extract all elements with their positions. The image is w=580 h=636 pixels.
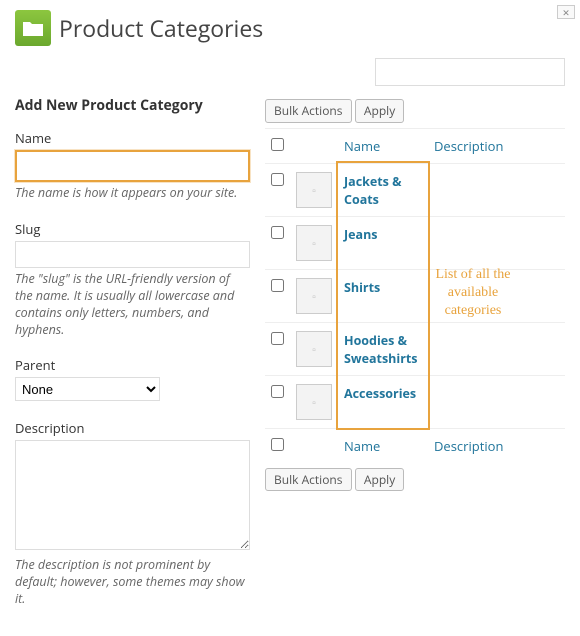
category-thumb[interactable]: ▫	[296, 225, 332, 261]
row-checkbox[interactable]	[271, 332, 284, 345]
category-thumb[interactable]: ▫	[296, 172, 332, 208]
table-row: ▫ Jackets & Coats	[265, 163, 565, 216]
apply-button[interactable]: Apply	[355, 99, 404, 123]
name-label: Name	[15, 129, 250, 147]
th-description[interactable]: Description	[428, 128, 565, 163]
bulk-actions-dropdown-bottom[interactable]: Bulk Actions	[265, 468, 352, 492]
th-name[interactable]: Name	[338, 128, 428, 163]
search-bar	[15, 58, 565, 86]
search-input[interactable]	[375, 58, 565, 86]
page-icon	[15, 10, 51, 46]
description-help: The description is not prominent by defa…	[15, 557, 250, 608]
th-name-foot[interactable]: Name	[338, 428, 428, 463]
category-name-link[interactable]: Jeans	[344, 226, 378, 243]
name-description: The name is how it appears on your site.	[15, 185, 250, 202]
slug-label: Slug	[15, 220, 250, 238]
table-row: ▫ Hoodies & Sweatshirts	[265, 322, 565, 375]
row-checkbox[interactable]	[271, 173, 284, 186]
category-thumb[interactable]: ▫	[296, 384, 332, 420]
name-input[interactable]	[15, 150, 250, 182]
description-label: Description	[15, 419, 250, 437]
select-all-top[interactable]	[271, 138, 284, 151]
table-row: ▫ Jeans	[265, 216, 565, 269]
annotation-text: List of all the available categories	[428, 266, 518, 321]
category-name-link[interactable]: Hoodies & Sweatshirts	[344, 332, 418, 367]
category-name-link[interactable]: Shirts	[344, 279, 380, 296]
category-thumb[interactable]: ▫	[296, 331, 332, 367]
table-row: ▫ Shirts	[265, 269, 565, 322]
category-name-link[interactable]: Accessories	[344, 385, 416, 402]
row-checkbox[interactable]	[271, 226, 284, 239]
category-name-link[interactable]: Jackets & Coats	[344, 173, 402, 208]
apply-button-bottom[interactable]: Apply	[355, 468, 404, 492]
description-textarea[interactable]	[15, 440, 250, 550]
bulk-actions-dropdown[interactable]: Bulk Actions	[265, 99, 352, 123]
close-icon[interactable]: ✕	[557, 5, 575, 19]
parent-label: Parent	[15, 356, 250, 374]
page-title: Product Categories	[59, 12, 263, 44]
row-checkbox[interactable]	[271, 279, 284, 292]
slug-description: The "slug" is the URL-friendly version o…	[15, 271, 250, 339]
add-section-title: Add New Product Category	[15, 96, 250, 115]
category-thumb[interactable]: ▫	[296, 278, 332, 314]
select-all-bottom[interactable]	[271, 438, 284, 451]
table-row: ▫ Accessories	[265, 375, 565, 428]
row-checkbox[interactable]	[271, 385, 284, 398]
parent-select[interactable]: None	[15, 377, 160, 401]
slug-input[interactable]	[15, 241, 250, 268]
th-description-foot[interactable]: Description	[428, 428, 565, 463]
